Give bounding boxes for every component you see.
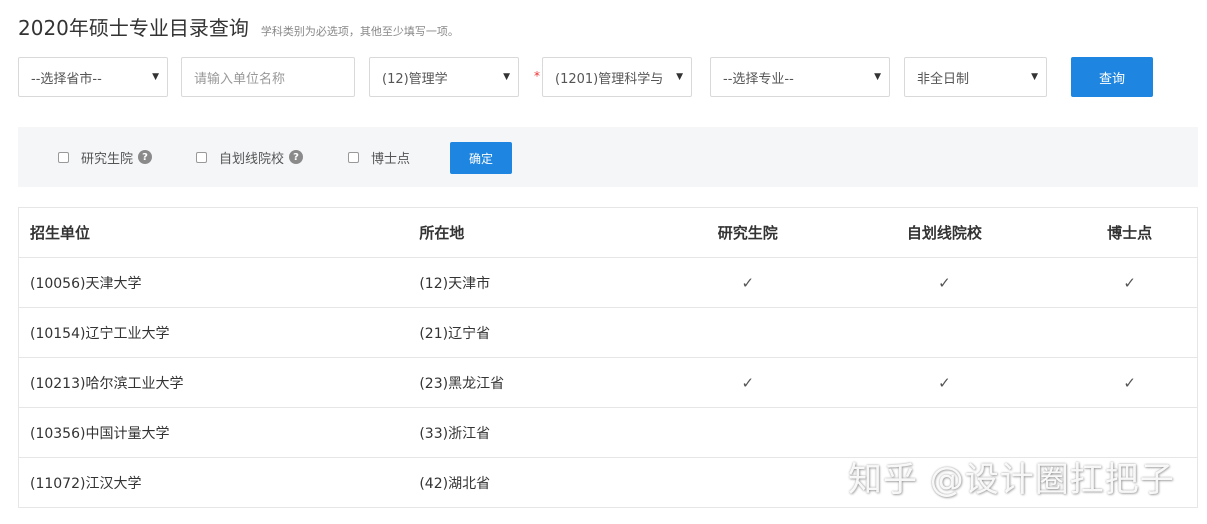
unit-cell: (11072)江汉大学: [30, 475, 142, 492]
options-bar: 研究生院 ? 自划线院校 ? 博士点 确定: [18, 127, 1198, 187]
check-icon: ✓: [938, 373, 951, 392]
discipline-select-value: (12)管理学: [382, 71, 448, 87]
study-mode-select-value: 非全日制: [917, 71, 970, 87]
location-cell: (33)浙江省: [419, 425, 491, 442]
page-title: 2020年硕士专业目录查询: [18, 16, 249, 40]
graduate-school-label: 研究生院: [81, 151, 134, 167]
table-row: (10056)天津大学 (12)天津市 ✓ ✓ ✓: [19, 258, 1197, 308]
subject-select[interactable]: (1201)管理科学与 ▼: [542, 57, 692, 97]
study-mode-select[interactable]: 非全日制 ▼: [904, 57, 1047, 97]
self-line-checkbox[interactable]: [196, 151, 207, 163]
help-icon[interactable]: ?: [289, 150, 304, 164]
column-header-self-line: 自划线院校: [906, 224, 982, 242]
unit-cell: (10213)哈尔滨工业大学: [30, 375, 184, 392]
major-select[interactable]: --选择专业-- ▼: [710, 57, 890, 97]
phd-cell: ✓: [1062, 274, 1197, 292]
major-select-value: --选择专业--: [723, 71, 794, 87]
self-line-cell: ✓: [827, 374, 1063, 392]
subject-select-value: (1201)管理科学与: [555, 71, 664, 87]
page: 2020年硕士专业目录查询 学科类别为必选项，其他至少填写一项。 --选择省市-…: [0, 0, 1207, 524]
title-row: 2020年硕士专业目录查询 学科类别为必选项，其他至少填写一项。: [18, 12, 459, 41]
option-self-line[interactable]: 自划线院校 ?: [196, 127, 304, 187]
column-header-phd: 博士点: [1107, 224, 1153, 242]
chevron-down-icon: ▼: [676, 72, 683, 82]
unit-cell: (10356)中国计量大学: [30, 425, 170, 442]
graduate-school-cell: ✓: [669, 374, 827, 392]
graduate-school-checkbox[interactable]: [58, 151, 69, 163]
province-select[interactable]: --选择省市-- ▼: [18, 57, 168, 97]
unit-cell: (10154)辽宁工业大学: [30, 325, 170, 342]
required-mark: *: [534, 69, 540, 83]
check-icon: ✓: [741, 373, 755, 392]
location-cell: (42)湖北省: [419, 475, 491, 492]
check-icon: ✓: [938, 273, 951, 292]
location-cell: (23)黑龙江省: [419, 375, 505, 392]
self-line-cell: ✓: [827, 274, 1063, 292]
help-icon[interactable]: ?: [138, 150, 153, 164]
option-graduate-school[interactable]: 研究生院 ?: [58, 127, 153, 187]
phd-label: 博士点: [371, 151, 411, 167]
table-row: (10356)中国计量大学 (33)浙江省: [19, 408, 1197, 458]
self-line-label: 自划线院校: [219, 151, 285, 167]
province-select-value: --选择省市--: [31, 71, 102, 87]
chevron-down-icon: ▼: [874, 72, 881, 82]
check-icon: ✓: [741, 273, 755, 292]
chevron-down-icon: ▼: [1031, 72, 1038, 82]
chevron-down-icon: ▼: [503, 72, 510, 82]
table-row: (10213)哈尔滨工业大学 (23)黑龙江省 ✓ ✓ ✓: [19, 358, 1197, 408]
column-header-graduate-school: 研究生院: [717, 224, 778, 242]
option-phd[interactable]: 博士点: [348, 127, 410, 187]
page-hint: 学科类别为必选项，其他至少填写一项。: [260, 25, 459, 38]
column-header-location: 所在地: [419, 224, 465, 242]
phd-cell: ✓: [1062, 374, 1197, 392]
phd-checkbox[interactable]: [348, 151, 359, 163]
table-row: (10154)辽宁工业大学 (21)辽宁省: [19, 308, 1197, 358]
location-cell: (21)辽宁省: [419, 325, 491, 342]
unit-cell: (10056)天津大学: [30, 275, 142, 292]
chevron-down-icon: ▼: [152, 72, 159, 82]
unit-name-input[interactable]: 请输入单位名称: [181, 57, 355, 97]
watermark: 知乎 @设计圈扛把子: [848, 460, 1175, 500]
discipline-select[interactable]: (12)管理学 ▼: [369, 57, 519, 97]
check-icon: ✓: [1123, 273, 1136, 292]
location-cell: (12)天津市: [419, 275, 491, 292]
check-icon: ✓: [1123, 373, 1136, 392]
query-button[interactable]: 查询: [1071, 57, 1153, 97]
unit-name-placeholder: 请输入单位名称: [194, 71, 286, 87]
confirm-button[interactable]: 确定: [450, 142, 512, 174]
column-header-unit: 招生单位: [30, 224, 91, 242]
graduate-school-cell: ✓: [669, 274, 827, 292]
table-header: 招生单位 所在地 研究生院 自划线院校 博士点: [19, 208, 1197, 258]
